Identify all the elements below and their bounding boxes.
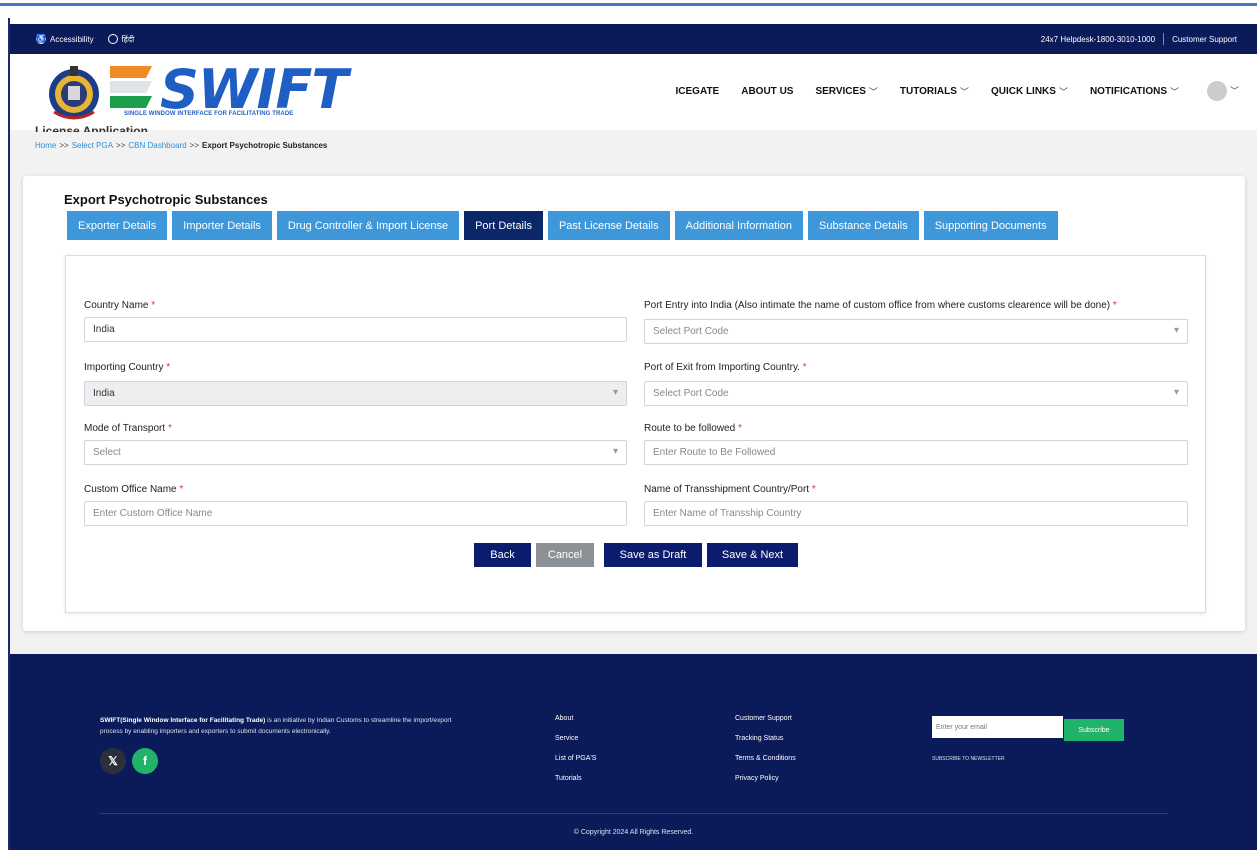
breadcrumb-home[interactable]: Home bbox=[35, 141, 56, 150]
swift-flag-icon bbox=[110, 66, 152, 108]
custom-office-label: Custom Office Name * bbox=[84, 484, 184, 495]
globe-icon bbox=[107, 34, 118, 44]
transshipment-input[interactable]: Enter Name of Transship Country bbox=[644, 501, 1188, 526]
card-title: Export Psychotropic Substances bbox=[64, 192, 268, 207]
copyright-text: © Copyright 2024 All Rights Reserved. bbox=[573, 829, 694, 836]
main-nav: ICEGATE ABOUT US SERVICES ﹀ TUTORIALS ﹀ QU… bbox=[676, 85, 1179, 98]
site-footer: SWIFT(Single Window Interface for Facili… bbox=[10, 654, 1257, 850]
port-exit-label: Port of Exit from Importing Country. * bbox=[644, 362, 807, 373]
nav-about-us[interactable]: ABOUT US bbox=[741, 85, 793, 98]
site-header: SWIFT SINGLE WINDOW INTERFACE FOR FACILI… bbox=[10, 54, 1257, 130]
nav-label: QUICK LINKS bbox=[990, 86, 1056, 97]
tab-bar: Exporter Details Importer Details Drug C… bbox=[67, 211, 1058, 240]
nav-notifications[interactable]: NOTIFICATIONS ﹀ bbox=[1090, 85, 1179, 98]
footer-links-col1: About Service List of PGA'S Tutorials bbox=[555, 715, 596, 782]
main-content: License Application Home >> Select PGA >> CB… bbox=[10, 124, 1257, 654]
newsletter-email-input[interactable]: Enter your email bbox=[932, 716, 1063, 738]
nav-quick-links[interactable]: QUICK LINKS ﹀ bbox=[991, 85, 1068, 98]
cancel-button[interactable]: Cancel bbox=[536, 543, 594, 567]
subscribe-button[interactable]: Subscribe bbox=[1064, 719, 1124, 741]
nav-icegate[interactable]: ICEGATE bbox=[676, 85, 720, 98]
nav-label: TUTORIALS bbox=[899, 86, 957, 97]
chevron-down-icon: ﹀ bbox=[868, 87, 878, 97]
accessibility-link[interactable]: ♿ Accessibility bbox=[36, 34, 94, 44]
chevron-down-icon[interactable]: ﹀ bbox=[1230, 84, 1239, 97]
footer-link-tutorials[interactable]: Tutorials bbox=[555, 775, 596, 782]
accessibility-label: Accessibility bbox=[50, 34, 94, 44]
tab-past-license-details[interactable]: Past License Details bbox=[547, 211, 670, 240]
chevron-down-icon: ﹀ bbox=[1169, 87, 1179, 97]
footer-link-terms[interactable]: Terms & Conditions bbox=[735, 755, 796, 762]
custom-office-input[interactable]: Enter Custom Office Name bbox=[84, 501, 627, 526]
port-exit-select[interactable]: Select Port Code bbox=[644, 381, 1188, 406]
nav-label: NOTIFICATIONS bbox=[1089, 86, 1167, 97]
nav-services[interactable]: SERVICES ﹀ bbox=[815, 85, 877, 98]
country-name-label: Country Name * bbox=[84, 300, 156, 311]
helpdesk-number: 24x7 Helpdesk-1800-3010-1000 bbox=[1040, 34, 1156, 44]
port-entry-select[interactable]: Select Port Code bbox=[644, 319, 1188, 344]
nav-tutorials[interactable]: TUTORIALS ﹀ bbox=[900, 85, 969, 98]
back-button[interactable]: Back bbox=[474, 543, 531, 567]
footer-link-customer-support[interactable]: Customer Support bbox=[735, 715, 796, 722]
footer-link-tracking-status[interactable]: Tracking Status bbox=[735, 735, 796, 742]
importing-country-label: Importing Country * bbox=[84, 362, 171, 373]
footer-about: SWIFT(Single Window Interface for Facili… bbox=[100, 717, 452, 735]
port-details-form: Country Name * India Port Entry into Ind… bbox=[65, 255, 1206, 613]
x-twitter-icon[interactable]: 𝕏 bbox=[100, 748, 126, 774]
logo-subtitle: SINGLE WINDOW INTERFACE FOR FACILITATING… bbox=[124, 111, 294, 117]
tab-substance-details[interactable]: Substance Details bbox=[808, 211, 919, 240]
route-input[interactable]: Enter Route to Be Followed bbox=[644, 440, 1188, 465]
footer-links-col2: Customer Support Tracking Status Terms &… bbox=[735, 715, 796, 782]
page-title: License Application bbox=[35, 124, 148, 132]
user-avatar[interactable] bbox=[1207, 81, 1227, 101]
breadcrumb: Home >> Select PGA >> CBN Dashboard >> Export … bbox=[35, 141, 328, 150]
nav-label: SERVICES bbox=[815, 86, 866, 97]
language-toggle[interactable]: हिंदी bbox=[107, 34, 135, 45]
divider bbox=[1163, 33, 1165, 45]
chevron-down-icon: ﹀ bbox=[959, 87, 969, 97]
facebook-icon[interactable]: f bbox=[132, 748, 158, 774]
tab-supporting-documents[interactable]: Supporting Documents bbox=[923, 211, 1058, 240]
transshipment-label: Name of Transshipment Country/Port * bbox=[644, 484, 816, 495]
tab-additional-information[interactable]: Additional Information bbox=[674, 211, 804, 240]
route-label: Route to be followed * bbox=[644, 423, 742, 434]
country-name-input[interactable]: India bbox=[84, 317, 627, 342]
tab-drug-controller[interactable]: Drug Controller & Import License bbox=[276, 211, 460, 240]
breadcrumb-current: Export Psychotropic Substances bbox=[201, 141, 328, 150]
footer-link-privacy[interactable]: Privacy Policy bbox=[735, 775, 796, 782]
newsletter-label: SUBSCRIBE TO NEWSLETTER bbox=[932, 756, 1005, 762]
tab-exporter-details[interactable]: Exporter Details bbox=[67, 211, 168, 240]
footer-link-about[interactable]: About bbox=[555, 715, 596, 722]
tab-importer-details[interactable]: Importer Details bbox=[172, 211, 272, 240]
footer-link-service[interactable]: Service bbox=[555, 735, 596, 742]
mode-transport-label: Mode of Transport * bbox=[84, 423, 172, 434]
mode-transport-select[interactable]: Select bbox=[84, 440, 627, 465]
top-utility-bar: ♿ Accessibility हिंदी 24x7 Helpdesk-1800… bbox=[10, 24, 1257, 54]
language-label: हिंदी bbox=[121, 34, 135, 44]
nav-label: ABOUT US bbox=[741, 86, 794, 97]
save-draft-button[interactable]: Save as Draft bbox=[604, 543, 702, 567]
tab-port-details[interactable]: Port Details bbox=[464, 211, 543, 240]
footer-link-pga-list[interactable]: List of PGA'S bbox=[555, 755, 596, 762]
nav-label: ICEGATE bbox=[675, 86, 720, 97]
importing-country-select[interactable]: India bbox=[84, 381, 627, 406]
breadcrumb-select-pga[interactable]: Select PGA bbox=[72, 141, 113, 150]
save-next-button[interactable]: Save & Next bbox=[707, 543, 798, 567]
footer-divider bbox=[100, 813, 1168, 814]
customs-emblem-icon bbox=[49, 66, 99, 120]
accessibility-icon: ♿ bbox=[36, 34, 46, 44]
application-card: Export Psychotropic Substances Exporter … bbox=[23, 176, 1245, 631]
chevron-down-icon: ﹀ bbox=[1058, 87, 1068, 97]
port-entry-label: Port Entry into India (Also intimate the… bbox=[644, 300, 1117, 311]
breadcrumb-cbn-dashboard[interactable]: CBN Dashboard bbox=[128, 141, 186, 150]
customer-support-link[interactable]: Customer Support bbox=[1172, 35, 1237, 44]
window-top-border bbox=[0, 0, 1257, 6]
